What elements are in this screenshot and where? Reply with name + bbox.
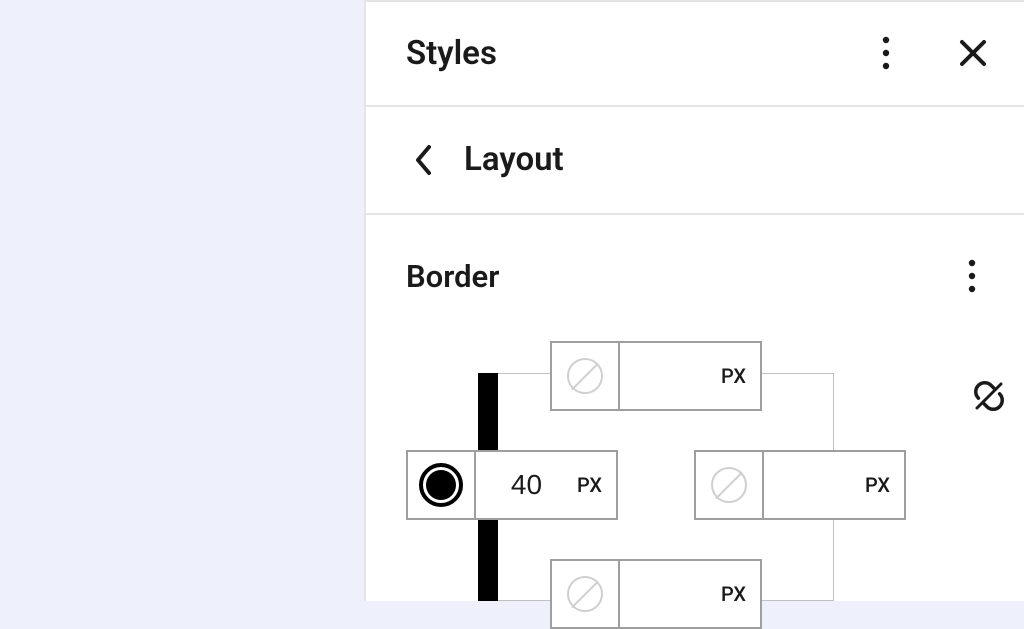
border-right-color[interactable]	[696, 452, 764, 518]
breadcrumb-label: Layout	[464, 140, 564, 179]
section-title: Border	[406, 258, 499, 295]
unlink-sides-button[interactable]	[958, 365, 1020, 427]
border-right-input[interactable]: PX	[694, 450, 906, 520]
border-left-unit[interactable]: PX	[577, 473, 616, 497]
styles-panel: Styles Layout	[364, 0, 1024, 601]
border-top-color[interactable]	[552, 343, 620, 409]
back-button[interactable]	[406, 136, 440, 184]
canvas-area	[0, 0, 364, 601]
border-right-value[interactable]	[764, 469, 865, 501]
border-left-value[interactable]	[476, 469, 577, 501]
border-right-unit[interactable]: PX	[865, 473, 904, 497]
border-bottom-color[interactable]	[552, 561, 620, 627]
color-swatch-icon	[419, 463, 463, 507]
more-vertical-icon	[882, 36, 890, 70]
border-control: PX PX PX	[406, 341, 984, 601]
close-icon	[958, 38, 988, 68]
border-top-value[interactable]	[620, 360, 721, 392]
chevron-left-icon	[414, 144, 432, 176]
border-section: Border PX	[366, 215, 1024, 601]
border-bottom-input[interactable]: PX	[550, 559, 762, 629]
more-vertical-icon	[968, 259, 976, 293]
section-header: Border	[406, 251, 984, 301]
border-box-visual: PX PX PX	[406, 341, 906, 601]
close-button[interactable]	[950, 30, 996, 76]
panel-menu-button[interactable]	[874, 28, 898, 78]
border-top-input[interactable]: PX	[550, 341, 762, 411]
section-menu-button[interactable]	[960, 251, 984, 301]
panel-title: Styles	[406, 34, 497, 73]
border-bottom-value[interactable]	[620, 578, 721, 610]
unlink-icon	[966, 373, 1012, 419]
border-top-unit[interactable]: PX	[721, 364, 760, 388]
breadcrumb: Layout	[366, 107, 1024, 215]
no-color-icon	[567, 358, 603, 394]
panel-header: Styles	[366, 2, 1024, 107]
header-actions	[874, 28, 996, 78]
border-left-input[interactable]: PX	[406, 450, 618, 520]
no-color-icon	[711, 467, 747, 503]
border-bottom-unit[interactable]: PX	[721, 582, 760, 606]
no-color-icon	[567, 576, 603, 612]
border-left-color[interactable]	[408, 452, 476, 518]
